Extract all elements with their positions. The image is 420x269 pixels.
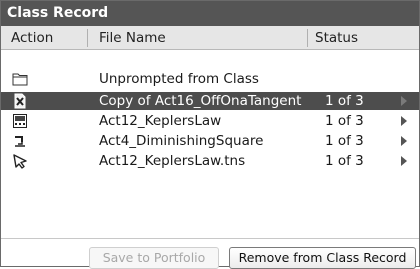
- expand-arrow-icon[interactable]: [401, 116, 407, 126]
- column-separator[interactable]: [307, 29, 308, 47]
- list-item[interactable]: Act4_DiminishingSquare 1 of 3: [1, 132, 419, 150]
- file-name: Act4_DiminishingSquare: [99, 133, 264, 149]
- file-name: Act12_KeplersLaw: [99, 113, 222, 129]
- file-status: 1 of 3: [325, 113, 364, 129]
- file-status: 1 of 3: [325, 93, 364, 109]
- column-action[interactable]: Action: [11, 26, 53, 50]
- file-name: Copy of Act16_OffOnaTangent: [99, 93, 302, 109]
- file-list: Unprompted from Class Copy of Act16_OffO…: [1, 51, 419, 236]
- file-status: 1 of 3: [325, 153, 364, 169]
- window-title: Class Record: [1, 1, 419, 26]
- column-file-name[interactable]: File Name: [99, 26, 166, 50]
- cursor-arrow-icon: [12, 153, 28, 169]
- document-x-icon: [12, 93, 28, 109]
- return-arrow-icon: [12, 133, 28, 149]
- folder-icon: [12, 71, 28, 87]
- list-item[interactable]: Act12_KeplersLaw.tns 1 of 3: [1, 152, 419, 170]
- remove-from-class-record-button[interactable]: Remove from Class Record: [229, 247, 416, 269]
- file-name: Act12_KeplersLaw.tns: [99, 153, 246, 169]
- expand-arrow-icon[interactable]: [401, 136, 407, 146]
- file-name: Unprompted from Class: [99, 71, 259, 87]
- expand-arrow-icon[interactable]: [401, 96, 407, 106]
- column-header: Action File Name Status: [1, 26, 419, 50]
- list-item[interactable]: Act12_KeplersLaw 1 of 3: [1, 112, 419, 130]
- column-status[interactable]: Status: [315, 26, 358, 50]
- button-bar: Save to Portfolio Remove from Class Reco…: [1, 238, 419, 269]
- file-status: 1 of 3: [325, 133, 364, 149]
- expand-arrow-icon[interactable]: [401, 156, 407, 166]
- class-record-window: Class Record Action File Name Status Unp…: [0, 0, 420, 269]
- column-separator[interactable]: [87, 29, 88, 47]
- save-to-portfolio-button[interactable]: Save to Portfolio: [89, 247, 219, 269]
- list-item[interactable]: Unprompted from Class: [1, 70, 419, 88]
- list-item[interactable]: Copy of Act16_OffOnaTangent 1 of 3: [1, 92, 419, 110]
- calculator-screen-icon: [12, 113, 28, 129]
